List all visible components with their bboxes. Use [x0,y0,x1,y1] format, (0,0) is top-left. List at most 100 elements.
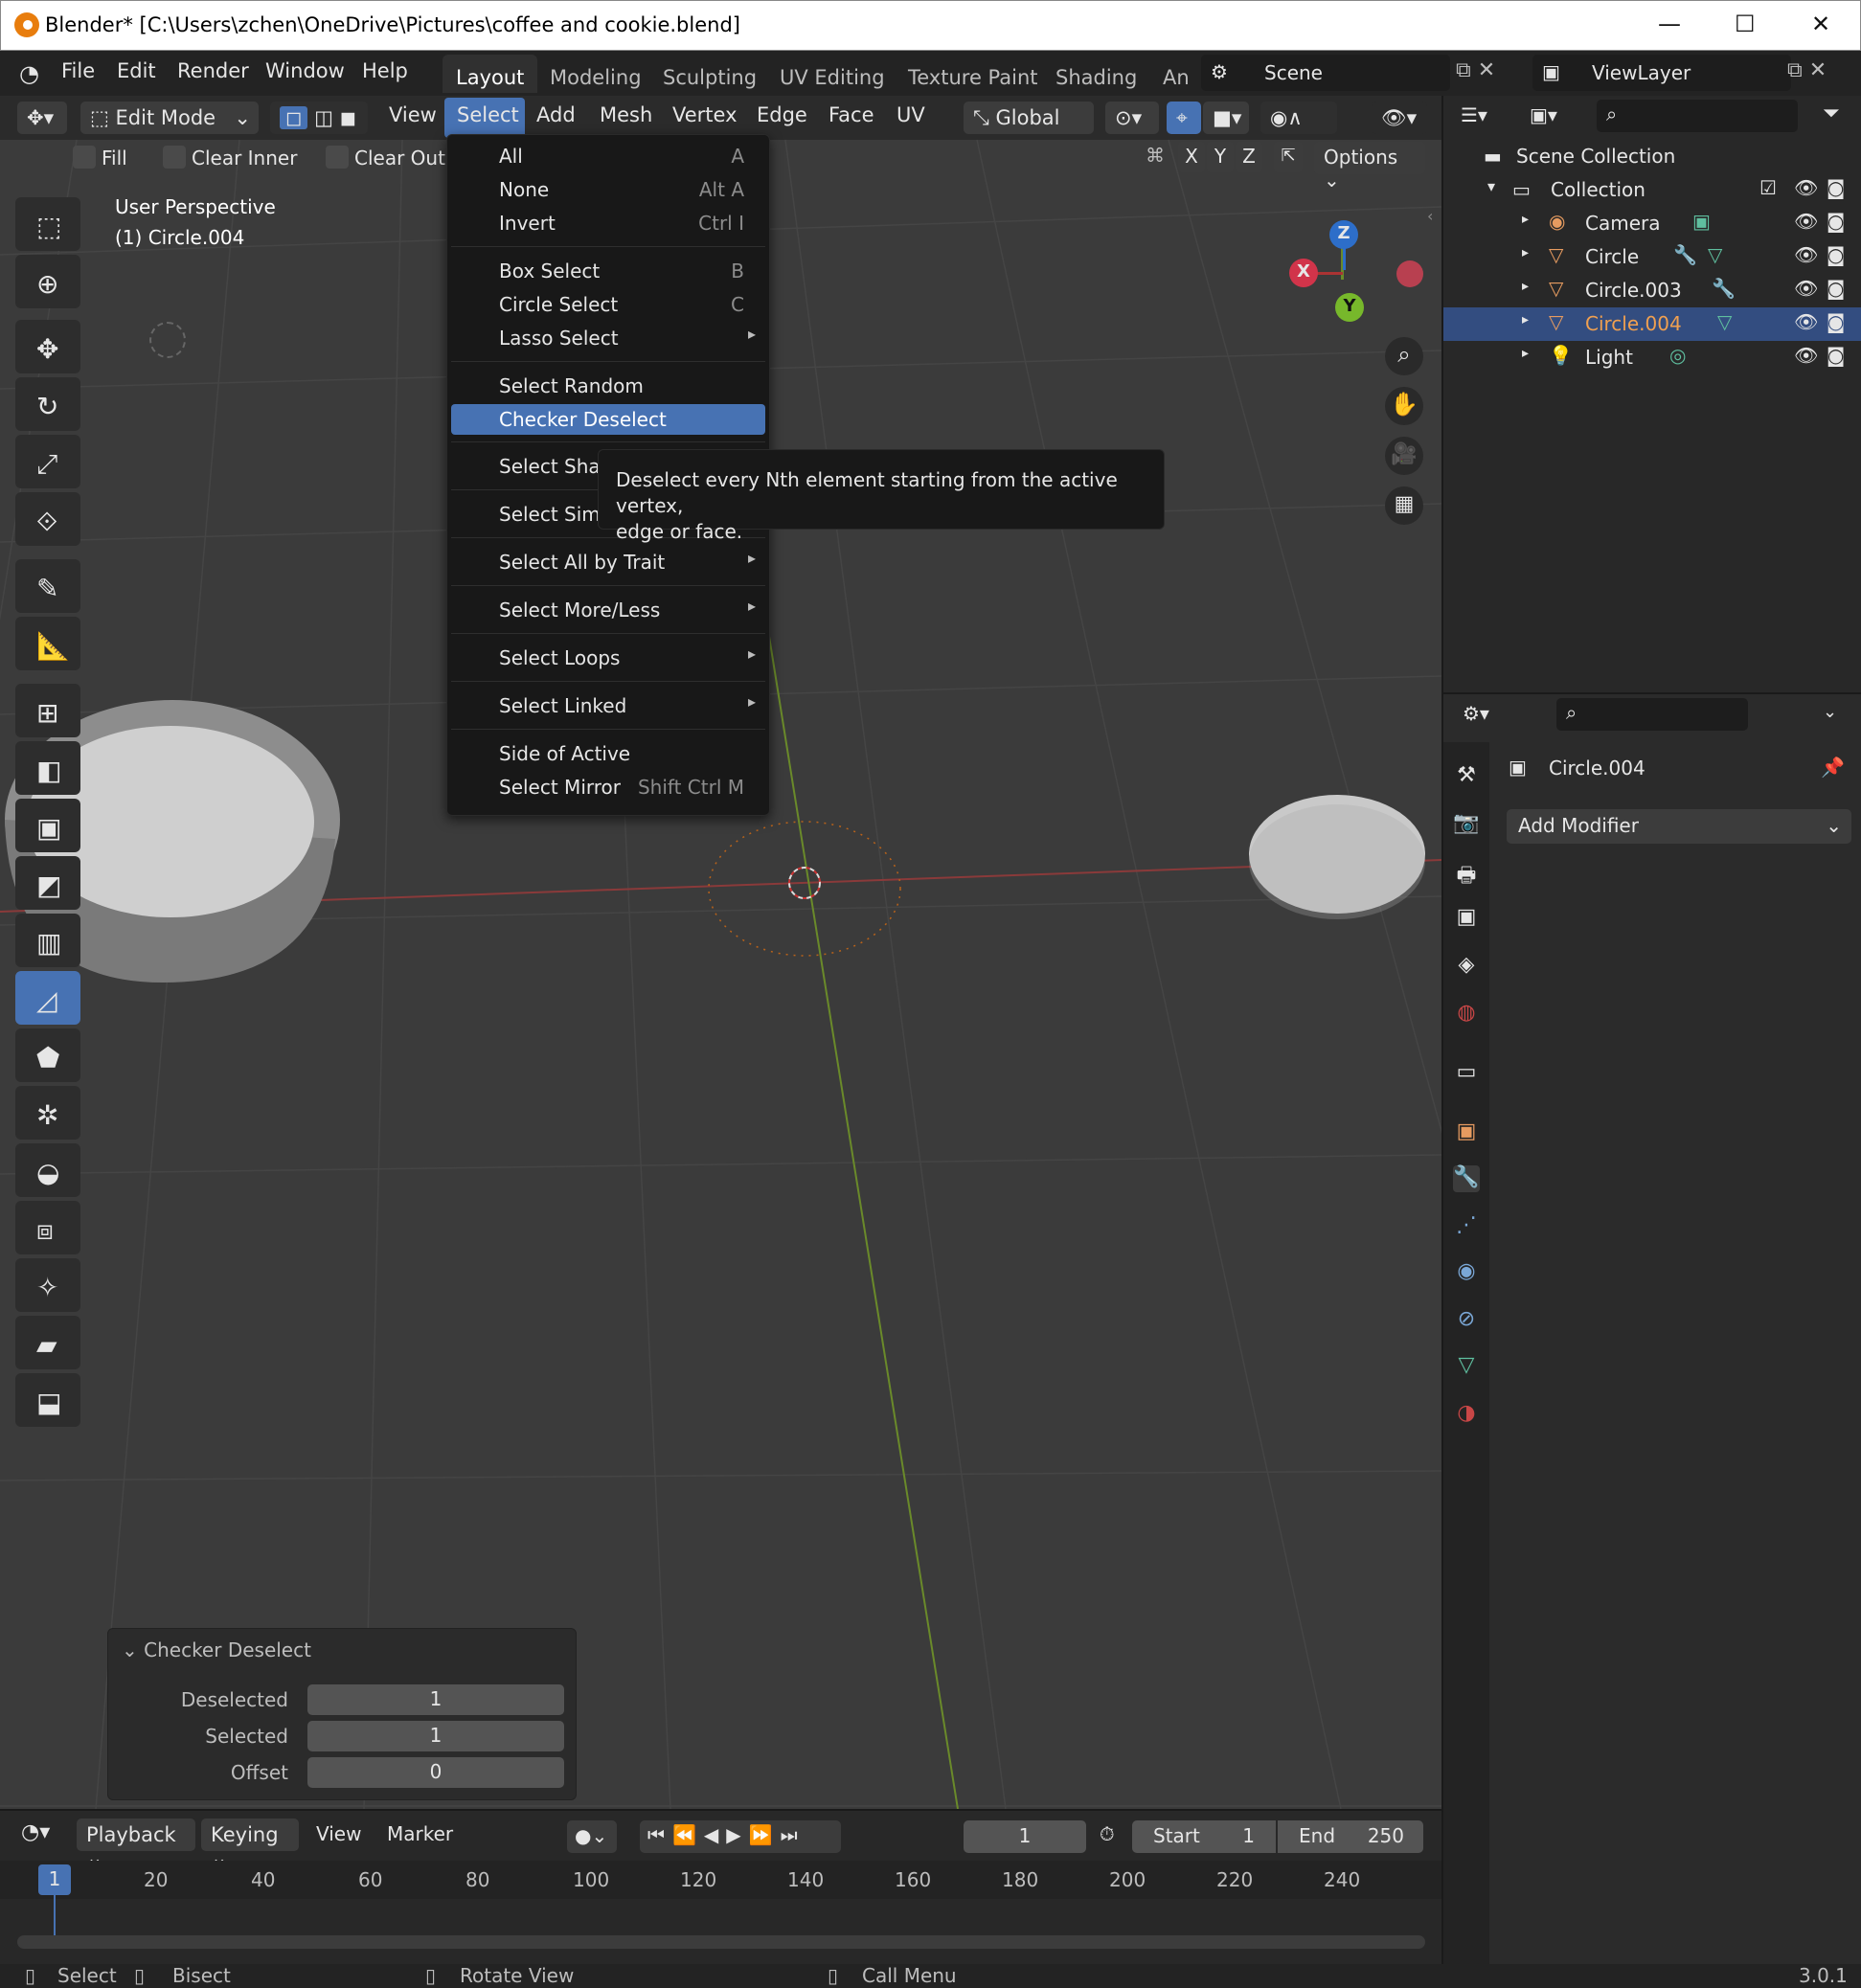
render-camera-icon[interactable]: ◙ [1827,210,1845,233]
edge-select-icon[interactable]: ◫ [314,106,333,129]
filter-icon[interactable]: ⏷ [1823,102,1840,125]
outliner-row-circle-004[interactable]: ▸ ▽ Circle.004 ▽ 👁 ◙ [1443,307,1861,341]
mirror-z-toggle[interactable]: Z [1236,142,1262,172]
outliner-search-input[interactable]: ⌕ [1597,100,1798,132]
scene-tab-icon[interactable]: ◈ [1453,953,1480,980]
menu-help[interactable]: Help [362,59,408,82]
selected-field[interactable]: 1 [307,1721,564,1751]
menu-render[interactable]: Render [177,59,249,82]
header-menu-add[interactable]: Add [536,103,576,126]
clear-inner-checkbox[interactable] [163,146,186,169]
tab-sculpting[interactable]: Sculpting [649,55,770,93]
properties-options-icon[interactable]: ⌄ [1823,702,1837,722]
modifier-tab-icon[interactable]: 🔧 [1453,1165,1480,1192]
checkbox-icon[interactable]: ☑ [1759,176,1777,199]
render-camera-icon[interactable]: ◙ [1827,277,1845,300]
camera-view-icon[interactable]: 🎥 [1385,437,1423,475]
clear-outer-checkbox[interactable] [326,146,349,169]
redo-panel-title[interactable]: ⌄ Checker Deselect [122,1638,311,1661]
menu-item-select-more-less[interactable]: Select More/Less ▸ [451,595,765,625]
tool-rip[interactable]: ⬓ [15,1373,80,1427]
timeline-marker-menu[interactable]: Marker [387,1822,453,1845]
gizmo-neg-x-icon[interactable] [1396,260,1423,287]
eye-icon[interactable]: 👁 [1794,310,1818,333]
menu-item-select-mirror[interactable]: Select Mirror Shift Ctrl M [451,772,765,802]
outliner-row-collection[interactable]: ▾ ▭ Collection ☑ 👁 ◙ [1443,173,1861,207]
start-frame-field[interactable]: Start 1 [1132,1820,1276,1853]
menu-item-select-random[interactable]: Select Random [451,371,765,401]
data-tab-icon[interactable]: ▽ [1453,1353,1480,1380]
viewlayer-selector[interactable]: ▣ ViewLayer [1532,55,1791,91]
expand-arrow-icon[interactable]: ▸ [1522,312,1529,328]
tool-select-box[interactable]: ⬚ [15,197,80,251]
transform-orientation[interactable]: ⤡ Global [964,102,1094,134]
gizmo-y-icon[interactable]: Y [1335,293,1364,322]
minimize-button[interactable]: — [1658,11,1681,37]
playhead-marker[interactable]: 1 [38,1864,71,1895]
outliner-filter-mode-icon[interactable]: ▣▾ [1530,103,1557,126]
menu-item-select-all-by-trait[interactable]: Select All by Trait ▸ [451,547,765,577]
keying-menu[interactable]: Keying ⌄ [201,1819,299,1869]
eye-icon[interactable]: 👁 [1794,243,1818,266]
tool-shrink-fatten[interactable]: ✧ [15,1258,80,1312]
add-modifier-dropdown[interactable]: Add Modifier ⌄ [1507,809,1851,844]
timeline-view-menu[interactable]: View [316,1822,361,1845]
outliner-row-circle[interactable]: ▸ ▽ Circle 🔧 ▽ 👁 ◙ [1443,240,1861,274]
navigation-gizmo[interactable]: Z X Y [1289,211,1423,335]
constraints-tab-icon[interactable]: ⊘ [1453,1307,1480,1334]
gizmo-x-icon[interactable]: X [1289,259,1318,287]
menu-file[interactable]: File [61,59,95,82]
tool-spin[interactable]: ✲ [15,1086,80,1140]
mirror-x-toggle[interactable]: X [1178,142,1205,172]
timeline-scrollbar[interactable] [17,1935,1425,1949]
render-camera-icon[interactable]: ◙ [1827,243,1845,266]
eye-icon[interactable]: 👁 [1794,277,1818,300]
new-scene-icon[interactable]: ⧉ ✕ [1456,58,1495,82]
menu-item-side-of-active[interactable]: Side of Active [451,738,765,769]
new-viewlayer-icon[interactable]: ⧉ ✕ [1787,58,1827,82]
tool-transform[interactable]: ⟐ [15,492,80,546]
blender-menu-icon[interactable]: ◔ [19,60,39,87]
object-tab-icon[interactable]: ▣ [1453,1119,1480,1146]
editor-type-icon[interactable]: ✥▾ [17,102,67,134]
tool-move[interactable]: ✥ [15,320,80,373]
output-tab-icon[interactable]: 🖶 [1453,859,1480,888]
visibility-icon[interactable]: 👁▾ [1372,102,1427,134]
ortho-grid-icon[interactable]: ▦ [1385,486,1423,525]
auto-keying-icon[interactable]: ●⌄ [567,1820,617,1853]
physics-tab-icon[interactable]: ◉ [1453,1259,1480,1286]
sidebar-toggle-icon[interactable]: ‹ [1427,207,1433,225]
tool-rotate[interactable]: ↻ [15,377,80,431]
tool-annotate[interactable]: ✎ [15,559,80,613]
topology-mirror-icon[interactable]: ⇱ [1274,142,1303,172]
render-camera-icon[interactable]: ◙ [1827,344,1845,367]
expand-arrow-icon[interactable]: ▸ [1522,212,1529,227]
mode-selector[interactable]: ⬚ Edit Mode ⌄ [80,102,259,134]
tool-scale[interactable]: ⤢ [15,435,80,488]
tool-measure[interactable]: 📐 [15,617,80,670]
menu-item-checker-deselect[interactable]: Checker Deselect [451,404,765,435]
outliner-row-circle-003[interactable]: ▸ ▽ Circle.003 🔧 👁 ◙ [1443,274,1861,307]
menu-item-none[interactable]: None Alt A [451,174,765,205]
header-menu-vertex[interactable]: Vertex [672,103,738,126]
tool-knife-bisect[interactable]: ◿ [15,971,80,1025]
tool-poly-build[interactable]: ⬟ [15,1028,80,1082]
render-tab-icon[interactable]: 📷 [1453,811,1480,838]
fill-checkbox[interactable] [73,146,96,169]
tool-extrude[interactable]: ◧ [15,741,80,795]
pin-icon[interactable]: 📌 [1821,756,1845,779]
timeline-editor-icon[interactable]: ◔▾ [21,1820,50,1844]
options-dropdown[interactable]: Options ⌄ [1314,142,1425,192]
tool-tab-icon[interactable]: ⚒ [1453,763,1480,790]
tab-uv-editing[interactable]: UV Editing [766,55,898,93]
outliner-row-light[interactable]: ▸ 💡 Light ◎ 👁 ◙ [1443,341,1861,374]
vertex-select-icon[interactable]: ◻ [280,106,308,129]
tool-loop-cut[interactable]: ▥ [15,914,80,967]
tab-texture-paint[interactable]: Texture Paint [895,55,1052,93]
menu-item-lasso-select[interactable]: Lasso Select ▸ [451,323,765,353]
deselected-field[interactable]: 1 [307,1684,564,1715]
menu-item-box-select[interactable]: Box Select B [451,256,765,286]
playback-menu[interactable]: Playback ⌄ [77,1819,195,1869]
tool-bevel[interactable]: ◩ [15,856,80,910]
menu-item-circle-select[interactable]: Circle Select C [451,289,765,320]
